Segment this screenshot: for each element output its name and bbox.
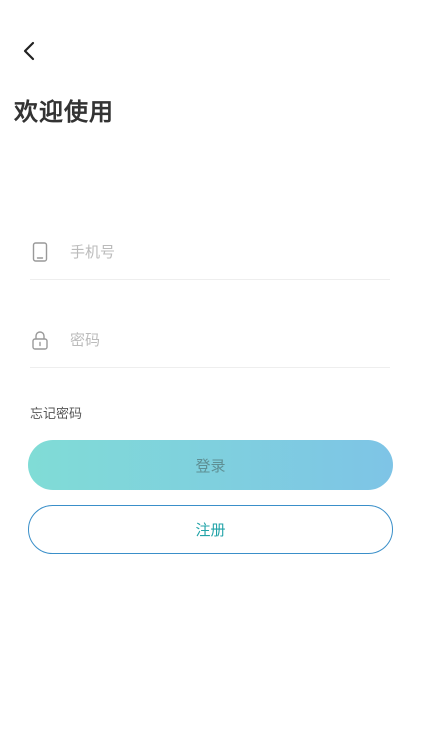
chevron-left-icon <box>23 41 35 61</box>
phone-input[interactable] <box>70 237 390 267</box>
password-field-row <box>30 313 390 368</box>
phone-icon <box>30 241 50 263</box>
back-button[interactable] <box>14 36 44 66</box>
page-title: 欢迎使用 <box>14 98 114 126</box>
login-button[interactable]: 登录 <box>28 440 393 490</box>
password-input[interactable] <box>70 325 390 355</box>
lock-icon <box>30 329 50 351</box>
phone-field-row <box>30 225 390 280</box>
register-button[interactable]: 注册 <box>28 505 393 554</box>
forgot-password-link[interactable]: 忘记密码 <box>30 403 82 422</box>
